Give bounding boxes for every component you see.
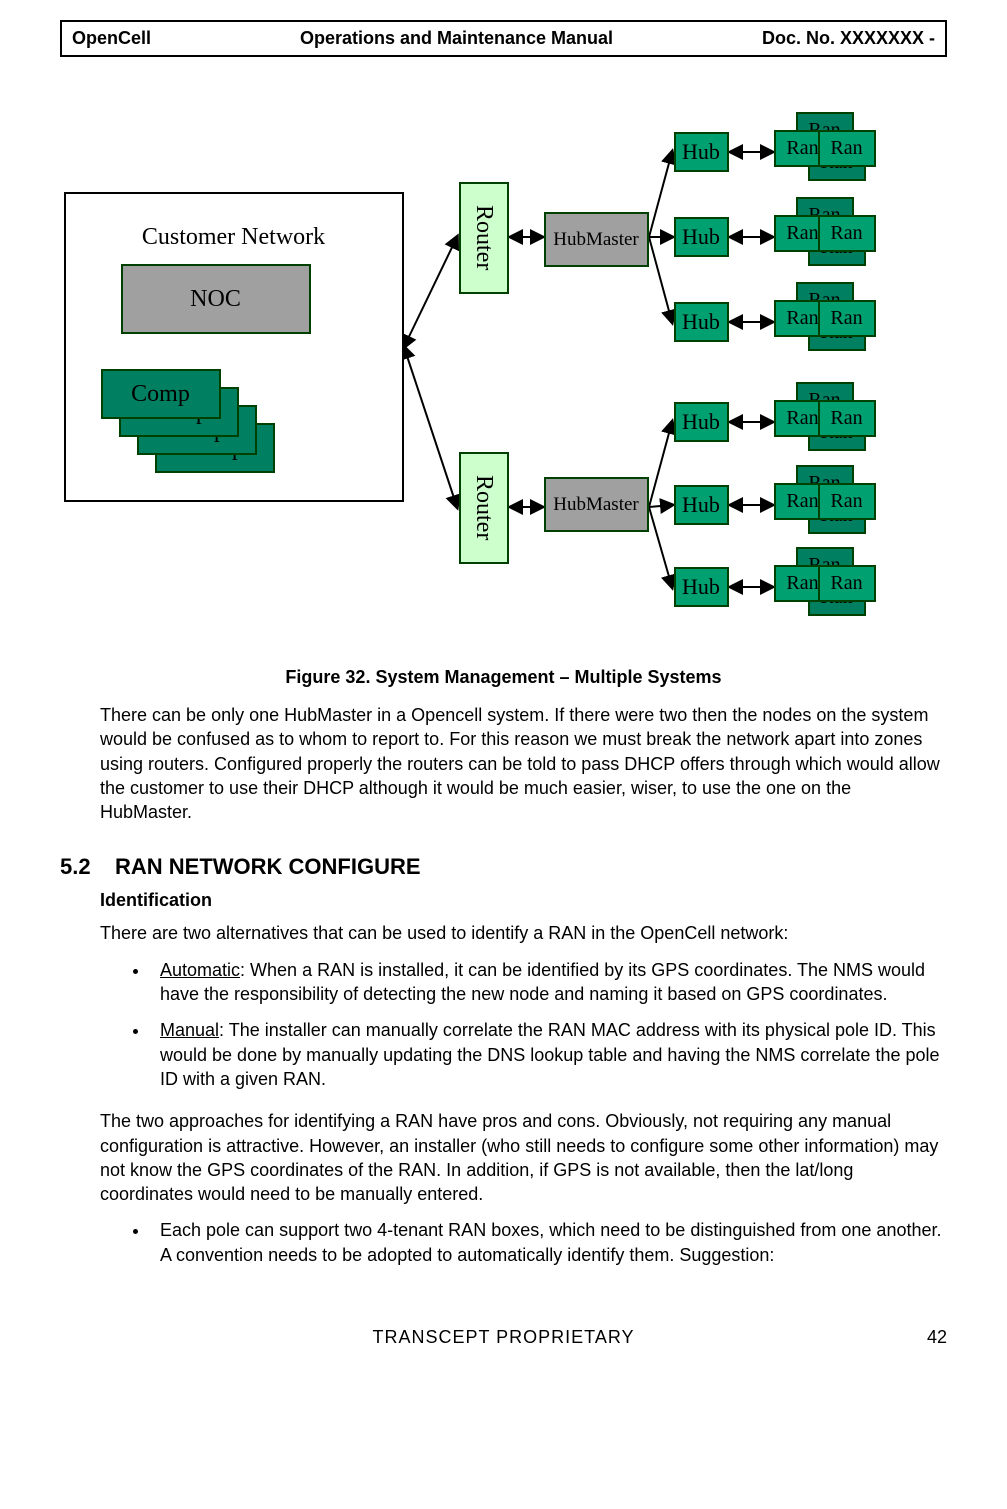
bullet-list-2: Each pole can support two 4-tenant RAN b…: [150, 1218, 947, 1267]
section-heading: 5.2 RAN NETWORK CONFIGURE: [60, 854, 947, 880]
system-diagram: Customer Network NOC Comp Comp Comp Comp…: [64, 77, 944, 657]
router-box: Router: [459, 182, 509, 294]
bullet-automatic: Automatic: When a RAN is installed, it c…: [150, 958, 947, 1007]
header-left: OpenCell: [72, 28, 151, 49]
customer-network-box: Customer Network NOC Comp Comp Comp Comp: [64, 192, 404, 502]
hub-box: Hub: [674, 567, 729, 607]
sub-heading: Identification: [100, 890, 947, 911]
customer-network-label: Customer Network: [66, 224, 402, 251]
header-center: Operations and Maintenance Manual: [300, 28, 613, 49]
comp-stack: Comp Comp Comp Comp: [101, 369, 261, 474]
document-header: OpenCell Operations and Maintenance Manu…: [60, 20, 947, 57]
hub-box: Hub: [674, 302, 729, 342]
bullet-manual: Manual: The installer can manually corre…: [150, 1018, 947, 1091]
bullet-pole: Each pole can support two 4-tenant RAN b…: [150, 1218, 947, 1267]
figure-caption: Figure 32. System Management – Multiple …: [60, 667, 947, 688]
hub-box: Hub: [674, 402, 729, 442]
ran-stack: Ran Ran Ran Ran: [774, 112, 879, 187]
hub-box: Hub: [674, 485, 729, 525]
ran-stack: Ran Ran Ran Ran: [774, 282, 879, 357]
section-number: 5.2: [60, 854, 115, 880]
header-right: Doc. No. XXXXXXX -: [762, 28, 935, 49]
footer-center: TRANSCEPT PROPRIETARY: [372, 1327, 634, 1348]
hubmaster-box: HubMaster: [544, 477, 649, 532]
document-footer: TRANSCEPT PROPRIETARY 42: [60, 1327, 947, 1348]
section-title: RAN NETWORK CONFIGURE: [115, 854, 421, 880]
ran-stack: Ran Ran Ran Ran: [774, 465, 879, 540]
hubmaster-box: HubMaster: [544, 212, 649, 267]
noc-box: NOC: [121, 264, 311, 334]
hub-box: Hub: [674, 132, 729, 172]
comp-box: Comp: [101, 369, 221, 419]
ran-stack: Ran Ran Ran Ran: [774, 547, 879, 622]
ran-stack: Ran Ran Ran Ran: [774, 197, 879, 272]
router-box: Router: [459, 452, 509, 564]
paragraph-1: There can be only one HubMaster in a Ope…: [100, 703, 947, 824]
page-number: 42: [927, 1327, 947, 1348]
hub-box: Hub: [674, 217, 729, 257]
paragraph-3: The two approaches for identifying a RAN…: [100, 1109, 947, 1206]
bullet-list-1: Automatic: When a RAN is installed, it c…: [150, 958, 947, 1091]
ran-stack: Ran Ran Ran Ran: [774, 382, 879, 457]
paragraph-2: There are two alternatives that can be u…: [100, 921, 947, 945]
